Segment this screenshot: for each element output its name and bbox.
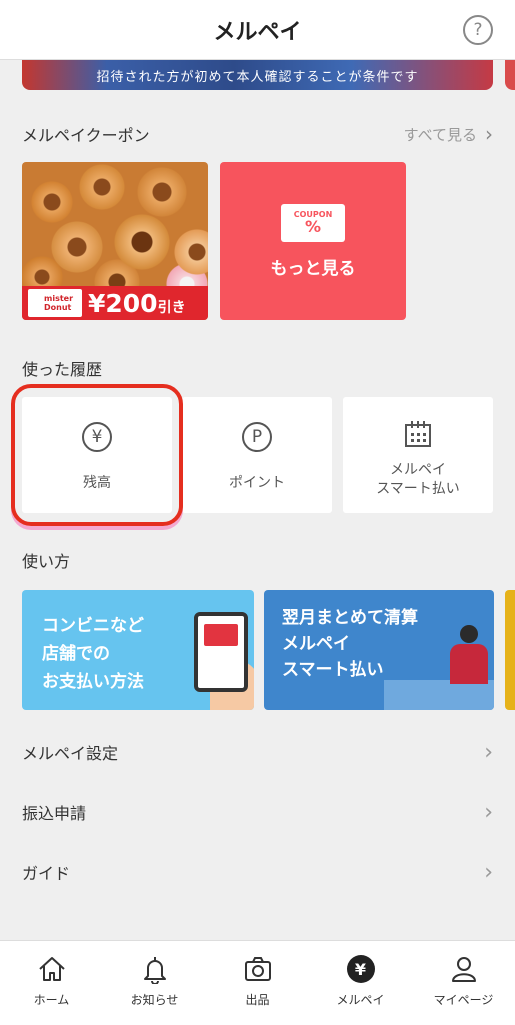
tab-notifications[interactable]: お知らせ	[103, 941, 206, 1025]
howto-line: 翌月まとめて清算	[282, 608, 418, 628]
howto-store-payment-card[interactable]: コンビニなど 店舗での お支払い方法	[22, 590, 254, 710]
person-icon	[448, 953, 480, 985]
promo-banner[interactable]: 招待された方が初めて本人確認することが条件です	[22, 60, 493, 90]
history-balance-label: 残高	[83, 475, 111, 491]
history-smart-pay-label: メルペイ スマート払い	[376, 461, 460, 499]
menu-item-merpay-settings[interactable]: メルペイ設定 ›	[0, 722, 515, 782]
yen-icon: ¥	[345, 953, 377, 985]
history-points-card[interactable]: P ポイント	[182, 397, 332, 513]
tab-merpay[interactable]: ¥ メルペイ	[309, 941, 412, 1025]
coupon-price-value: ¥200	[88, 288, 158, 318]
howto-smart-pay-card[interactable]: 翌月まとめて清算 メルペイ スマート払い	[264, 590, 494, 710]
next-banner-edge[interactable]	[505, 60, 515, 90]
howto-store-payment-text: コンビニなど 店舗での お支払い方法	[42, 612, 144, 696]
bell-icon	[139, 953, 171, 985]
desk-illustration	[384, 680, 494, 710]
coupon-price: ¥200引き	[88, 289, 186, 318]
tab-sell[interactable]: 出品	[206, 941, 309, 1025]
menu-item-label: ガイド	[22, 864, 71, 883]
tab-label: 出品	[245, 993, 270, 1007]
more-coupons-label: もっと見る	[270, 258, 356, 279]
more-coupons-card[interactable]: COUPON % もっと見る	[220, 162, 406, 320]
history-balance-card[interactable]: ¥ 残高	[22, 397, 172, 513]
mister-donut-logo: mister Donut	[28, 289, 82, 317]
menu-item-label: メルペイ設定	[22, 744, 119, 763]
smart-pay-label-line1: メルペイ	[390, 462, 446, 478]
tab-label: ホーム	[33, 993, 70, 1007]
history-points-label: ポイント	[229, 475, 285, 491]
howto-smart-pay-text: 翌月まとめて清算 メルペイ スマート払い	[282, 605, 418, 683]
history-section-title: 使った履歴	[22, 360, 103, 379]
home-icon	[36, 953, 68, 985]
page-title: メルペイ	[213, 19, 302, 45]
chevron-right-icon: ›	[485, 122, 493, 146]
history-smart-pay-card[interactable]: メルペイ スマート払い	[343, 397, 493, 513]
howto-next-card-edge[interactable]	[505, 590, 515, 710]
smart-pay-label-line2: スマート払い	[376, 481, 460, 497]
coupons-section-title: メルペイクーポン	[22, 126, 150, 145]
menu-item-guide[interactable]: ガイド ›	[0, 842, 515, 902]
camera-icon	[242, 953, 274, 985]
coupon-price-bar: mister Donut ¥200引き	[22, 286, 208, 320]
chevron-right-icon: ›	[484, 739, 493, 765]
menu-item-transfer-request[interactable]: 振込申請 ›	[0, 782, 515, 842]
person-head-illustration	[460, 625, 478, 643]
chevron-right-icon: ›	[484, 859, 493, 885]
percent-icon: %	[304, 217, 322, 236]
points-circle-icon: P	[242, 422, 272, 452]
header: メルペイ ?	[0, 0, 515, 60]
banner-text: 招待された方が初めて本人確認することが条件です	[96, 69, 419, 85]
tab-home[interactable]: ホーム	[0, 941, 103, 1025]
menu-item-label: 振込申請	[22, 804, 87, 823]
tab-label: マイページ	[433, 993, 494, 1007]
howto-section-title: 使い方	[22, 552, 71, 571]
person-illustration	[450, 644, 488, 684]
coupon-card-mister-donut[interactable]: mister Donut ¥200引き	[22, 162, 208, 320]
chevron-right-icon: ›	[484, 799, 493, 825]
howto-line: メルペイ	[282, 634, 350, 654]
howto-line: コンビニなど	[42, 616, 144, 636]
yen-circle-icon: ¥	[82, 422, 112, 452]
card-on-phone-illustration	[204, 624, 238, 646]
coupon-ticket-icon: COUPON %	[281, 203, 345, 242]
howto-line: 店舗での	[42, 644, 110, 664]
phone-illustration	[194, 612, 248, 692]
tab-label: お知らせ	[130, 993, 179, 1007]
tab-label: メルペイ	[336, 993, 385, 1007]
see-all-coupons-link[interactable]: すべて見る ›	[404, 122, 493, 146]
yen-badge: ¥	[346, 955, 375, 983]
howto-line: お支払い方法	[42, 672, 144, 692]
see-all-label: すべて見る	[403, 125, 477, 144]
calendar-icon	[403, 419, 433, 449]
help-icon[interactable]: ?	[463, 15, 493, 45]
tab-mypage[interactable]: マイページ	[412, 941, 515, 1025]
bottom-tab-bar: ホーム お知らせ 出品 ¥ メルペイ マイページ	[0, 940, 515, 1025]
coupon-price-suffix: 引き	[157, 299, 186, 316]
